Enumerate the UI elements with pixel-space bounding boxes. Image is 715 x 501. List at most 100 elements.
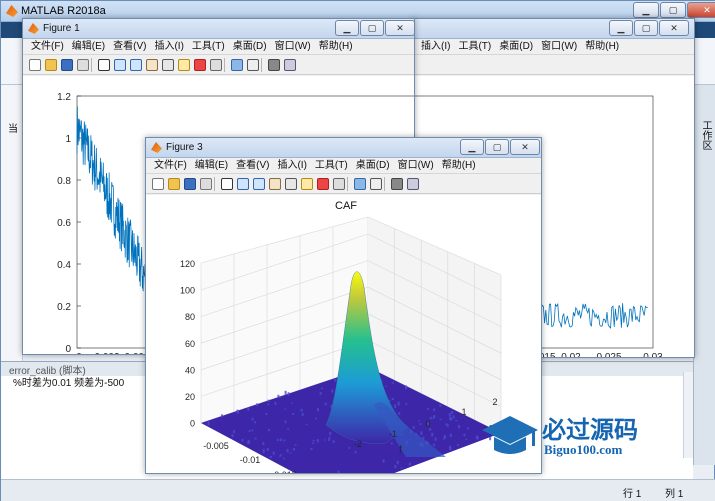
fig1-ytick-label: 1.2 — [57, 92, 71, 103]
fig1-menu-item-2[interactable]: 查看(V) — [113, 39, 146, 55]
fig3-colorbar-icon[interactable] — [354, 178, 366, 190]
fig3-plot-title: CAF — [335, 200, 357, 212]
fig1-menu-item-3[interactable]: 插入(I) — [154, 39, 183, 55]
fig1-open-folder-icon[interactable] — [45, 59, 57, 71]
fig3-menu-item-3[interactable]: 插入(I) — [277, 158, 306, 174]
fig3-surface-noise — [449, 445, 452, 450]
fig3-ttick-label: -0.005 — [203, 441, 229, 451]
fig3-link-icon[interactable] — [333, 178, 345, 190]
maximize-button[interactable]: ▢ — [660, 2, 686, 18]
fig1-hide-tools-icon[interactable] — [268, 59, 280, 71]
fig3-save-icon[interactable] — [184, 178, 196, 190]
fig1-minimize-button[interactable]: ▁ — [335, 20, 359, 36]
fig1-new-file-icon[interactable] — [29, 59, 41, 71]
fig2-maximize-button[interactable]: ▢ — [634, 20, 658, 36]
fig3-zoom-in-icon[interactable] — [237, 178, 249, 190]
fig1-link-icon[interactable] — [210, 59, 222, 71]
fig3-surface-noise — [433, 415, 436, 418]
fig1-menu-item-7[interactable]: 帮助(H) — [319, 39, 353, 55]
fig1-maximize-button[interactable]: ▢ — [360, 20, 384, 36]
fig2-menu-item-3[interactable]: 窗口(W) — [541, 39, 577, 55]
fig3-rotate-icon[interactable] — [285, 178, 297, 190]
fig1-brush-icon[interactable] — [194, 59, 206, 71]
fig3-surface-noise — [268, 429, 271, 432]
fig1-datacursor-icon[interactable] — [178, 59, 190, 71]
fig3-minimize-button[interactable]: ▁ — [460, 139, 484, 155]
fig3-surface-noise — [418, 420, 421, 422]
fig3-surface-noise — [419, 423, 422, 425]
fig3-menu-item-5[interactable]: 桌面(D) — [356, 158, 390, 174]
fig1-rotate-icon[interactable] — [162, 59, 174, 71]
fig2-menu-item-4[interactable]: 帮助(H) — [585, 39, 619, 55]
fig1-save-icon[interactable] — [61, 59, 73, 71]
fig3-menu-item-1[interactable]: 编辑(E) — [195, 158, 228, 174]
fig3-surface-noise — [251, 429, 254, 432]
fig3-ztick-label: 100 — [180, 286, 195, 296]
toolbar-separator — [384, 177, 385, 191]
fig3-menu-item-6[interactable]: 窗口(W) — [398, 158, 434, 174]
fig3-zoom-out-icon[interactable] — [253, 178, 265, 190]
fig3-ztick-label: 40 — [185, 365, 195, 375]
close-button[interactable]: ✕ — [687, 2, 715, 18]
fig3-open-folder-icon[interactable] — [168, 178, 180, 190]
fig1-menu-item-1[interactable]: 编辑(E) — [72, 39, 105, 55]
fig1-zoom-in-icon[interactable] — [114, 59, 126, 71]
fig3-brush-icon[interactable] — [317, 178, 329, 190]
fig3-surface-noise — [305, 424, 308, 426]
fig2-menu-item-0[interactable]: 插入(I) — [421, 39, 450, 55]
fig1-menu-item-0[interactable]: 文件(F) — [31, 39, 64, 55]
fig3-pointer-icon[interactable] — [221, 178, 233, 190]
fig3-surface-noise — [394, 465, 397, 469]
fig1-menu-item-4[interactable]: 工具(T) — [192, 39, 225, 55]
fig1-pointer-icon[interactable] — [98, 59, 110, 71]
fig3-pan-icon[interactable] — [269, 178, 281, 190]
fig3-menu-item-4[interactable]: 工具(T) — [315, 158, 348, 174]
fig3-datacursor-icon[interactable] — [301, 178, 313, 190]
fig3-surface-noise — [207, 421, 210, 426]
fig2-close-button[interactable]: ✕ — [659, 20, 689, 36]
fig3-surface-noise — [452, 415, 455, 419]
fig3-surface-noise — [267, 403, 270, 405]
fig3-menu-item-0[interactable]: 文件(F) — [154, 158, 187, 174]
fig3-surface-noise — [283, 439, 286, 442]
fig3-ztick-label: 0 — [190, 419, 195, 429]
fig3-maximize-button[interactable]: ▢ — [485, 139, 509, 155]
fig3-print-icon[interactable] — [200, 178, 212, 190]
minimize-button[interactable]: ▁ — [633, 2, 659, 18]
fig1-ytick-label: 1 — [65, 134, 71, 145]
fig3-surface-noise — [287, 392, 290, 396]
fig3-surface-noise — [434, 437, 437, 441]
fig2-minimize-button[interactable]: ▁ — [609, 20, 633, 36]
fig3-new-file-icon[interactable] — [152, 178, 164, 190]
fig3-surface-noise — [331, 389, 334, 393]
fig3-surface-noise — [220, 414, 223, 418]
fig3-menu-item-2[interactable]: 查看(V) — [236, 158, 269, 174]
fig3-surface-noise — [457, 425, 460, 429]
fig3-ztick-label: 60 — [185, 339, 195, 349]
fig1-zoom-out-icon[interactable] — [130, 59, 142, 71]
fig1-pan-icon[interactable] — [146, 59, 158, 71]
fig1-print-icon[interactable] — [77, 59, 89, 71]
fig3-ftick-label: 2 — [492, 397, 497, 407]
fig1-menu-item-6[interactable]: 窗口(W) — [275, 39, 311, 55]
fig3-surface-noise — [448, 413, 451, 417]
fig3-surface-noise — [294, 444, 297, 446]
fig1-colorbar-icon[interactable] — [231, 59, 243, 71]
fig1-close-button[interactable]: ✕ — [385, 20, 415, 36]
fig3-surface-noise — [385, 385, 388, 387]
watermark-text: 必过源码 — [542, 416, 638, 444]
fig2-menu-item-1[interactable]: 工具(T) — [458, 39, 491, 55]
fig3-menu-item-7[interactable]: 帮助(H) — [442, 158, 476, 174]
fig3-legend-icon[interactable] — [370, 178, 382, 190]
fig3-dock-icon[interactable] — [407, 178, 419, 190]
figure-logo-icon — [28, 23, 39, 34]
fig1-menu-item-5[interactable]: 桌面(D) — [233, 39, 267, 55]
fig3-close-button[interactable]: ✕ — [510, 139, 540, 155]
fig2-menu-item-2[interactable]: 桌面(D) — [499, 39, 533, 55]
fig3-ttick-label: -0.015 — [271, 470, 297, 473]
fig1-dock-icon[interactable] — [284, 59, 296, 71]
fig3-surface-noise — [292, 413, 295, 415]
fig3-surface-noise — [279, 455, 282, 457]
fig1-legend-icon[interactable] — [247, 59, 259, 71]
fig3-hide-tools-icon[interactable] — [391, 178, 403, 190]
